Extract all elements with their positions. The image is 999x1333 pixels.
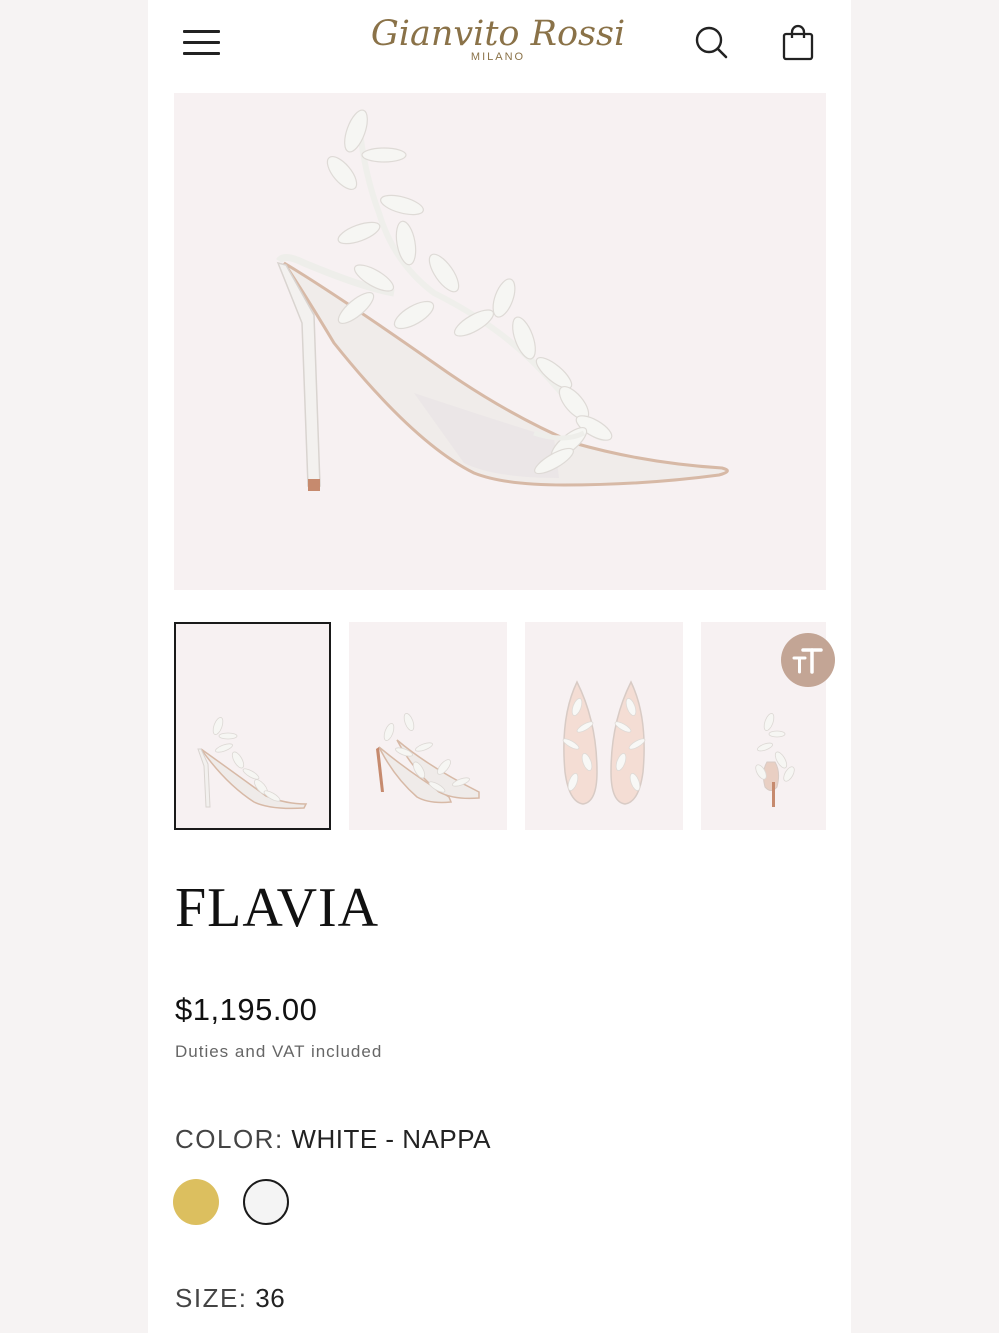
product-title: FLAVIA bbox=[175, 877, 380, 939]
color-selection: COLOR: WHITE - NAPPA bbox=[175, 1124, 491, 1155]
size-selection: SIZE: 36 bbox=[175, 1283, 285, 1314]
shopping-bag-icon bbox=[782, 24, 814, 61]
text-size-button[interactable] bbox=[781, 633, 835, 687]
menu-button[interactable] bbox=[183, 28, 221, 58]
menu-icon-bar bbox=[183, 52, 220, 55]
main-product-image[interactable] bbox=[174, 93, 826, 590]
brand-logo[interactable]: Gianvito Rossi MILANO bbox=[348, 14, 648, 70]
thumbnail-top-view bbox=[562, 680, 646, 805]
product-page: Gianvito Rossi MILANO FLAVIA $1,195.00 D… bbox=[148, 0, 851, 1333]
text-size-icon bbox=[792, 648, 823, 674]
search-icon bbox=[695, 26, 728, 59]
thumbnail-1[interactable] bbox=[174, 622, 331, 830]
search-button[interactable] bbox=[693, 24, 731, 62]
menu-icon-bar bbox=[183, 41, 220, 44]
size-label: SIZE: bbox=[175, 1283, 248, 1313]
color-swatch-white[interactable] bbox=[243, 1179, 289, 1225]
sandal-image bbox=[276, 109, 729, 491]
color-label: COLOR: bbox=[175, 1124, 284, 1154]
color-swatch-gold[interactable] bbox=[173, 1179, 219, 1225]
thumbnail-2[interactable] bbox=[349, 622, 507, 830]
color-value: WHITE - NAPPA bbox=[291, 1124, 492, 1154]
brand-logo-script: Gianvito Rossi bbox=[370, 14, 626, 54]
size-value: 36 bbox=[255, 1283, 286, 1313]
duties-note: Duties and VAT included bbox=[175, 1042, 383, 1061]
thumbnail-3[interactable] bbox=[525, 622, 683, 830]
shopping-bag-button[interactable] bbox=[780, 24, 816, 62]
thumbnail-side-view bbox=[197, 717, 308, 810]
menu-icon-bar bbox=[183, 30, 220, 33]
product-price: $1,195.00 bbox=[175, 992, 318, 1027]
thumbnail-pair-view bbox=[376, 713, 480, 804]
